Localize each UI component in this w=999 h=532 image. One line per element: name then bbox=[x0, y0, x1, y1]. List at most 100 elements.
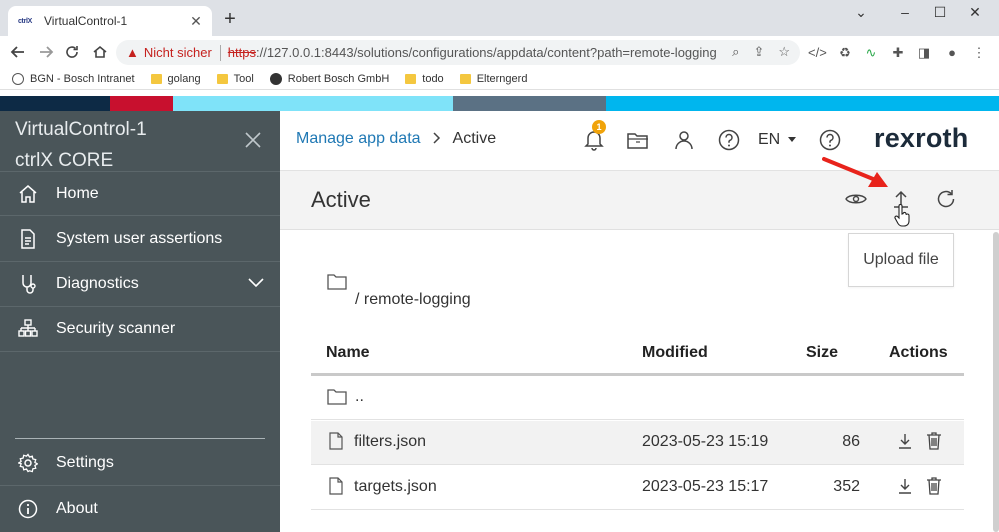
bookmark-label: todo bbox=[422, 72, 444, 85]
bookmark-item[interactable]: Robert Bosch GmbH bbox=[269, 72, 390, 85]
file-name[interactable]: filters.json bbox=[354, 433, 426, 451]
sidebar-item-home[interactable]: Home bbox=[0, 171, 280, 216]
url-protocol: https bbox=[227, 45, 256, 60]
extension-icon[interactable]: ∿ bbox=[862, 44, 880, 62]
document-icon bbox=[0, 229, 56, 249]
ctrlx-favicon-icon: ctrlX bbox=[17, 17, 33, 25]
sidebar-item-label: Settings bbox=[56, 454, 114, 471]
bookmark-label: BGN - Bosch Intranet bbox=[30, 72, 135, 85]
zoom-icon[interactable]: ⌕ bbox=[732, 44, 739, 60]
trash-icon[interactable] bbox=[924, 430, 944, 452]
scrollbar[interactable] bbox=[993, 232, 999, 532]
table-row[interactable]: filters.json 2023-05-23 15:19 86 bbox=[311, 421, 964, 465]
sidebar-item-diagnostics[interactable]: Diagnostics bbox=[0, 262, 280, 307]
table-row-parent[interactable]: .. bbox=[311, 376, 964, 420]
column-header-size[interactable]: Size bbox=[806, 344, 838, 362]
folder-icon bbox=[327, 274, 347, 295]
red-arrow-icon bbox=[822, 155, 892, 196]
bookmark-item[interactable]: BGN - Bosch Intranet bbox=[12, 72, 135, 85]
maximize-button[interactable]: ☐ bbox=[930, 4, 950, 21]
bookmark-item[interactable]: todo bbox=[405, 72, 444, 85]
file-modified: 2023-05-23 15:17 bbox=[642, 478, 769, 495]
folder-open-icon[interactable] bbox=[626, 128, 650, 152]
bookmark-item[interactable]: Tool bbox=[216, 73, 254, 85]
share-icon[interactable]: ⇪ bbox=[753, 44, 764, 60]
band-segment bbox=[173, 96, 453, 111]
caret-down-icon[interactable] bbox=[788, 137, 796, 142]
table-row[interactable]: targets.json 2023-05-23 15:17 352 bbox=[311, 466, 964, 510]
breadcrumb: Manage app data Active bbox=[296, 130, 496, 148]
sidebar-close-icon[interactable] bbox=[244, 129, 262, 155]
help-icon[interactable] bbox=[818, 128, 842, 152]
column-header-name[interactable]: Name bbox=[326, 344, 370, 362]
user-icon[interactable] bbox=[672, 128, 696, 152]
back-arrow-icon[interactable] bbox=[8, 42, 28, 62]
forward-arrow-icon[interactable] bbox=[36, 42, 56, 62]
minimize-button[interactable]: – bbox=[895, 4, 915, 20]
side-panel-icon[interactable]: ◨ bbox=[915, 44, 933, 62]
page-title: Active bbox=[311, 187, 371, 212]
refresh-icon[interactable] bbox=[934, 187, 958, 211]
breadcrumb-link-manage-app-data[interactable]: Manage app data bbox=[296, 130, 421, 148]
info-icon bbox=[0, 499, 56, 519]
url-text: ://127.0.0.1:8443/solutions/configuratio… bbox=[255, 45, 717, 60]
trash-icon[interactable] bbox=[924, 475, 944, 497]
band-segment bbox=[453, 96, 606, 111]
warning-icon: ▲ bbox=[126, 45, 139, 60]
tab-close-icon[interactable]: ✕ bbox=[188, 13, 204, 30]
column-header-actions: Actions bbox=[889, 344, 948, 361]
band-segment bbox=[606, 96, 999, 111]
chevron-down-icon[interactable]: ⌄ bbox=[851, 4, 871, 21]
gear-icon bbox=[0, 453, 56, 473]
browser-tab-bar: ctrlX VirtualControl-1 ✕ + ⌄ – ☐ ✕ bbox=[0, 0, 999, 36]
file-size: 86 bbox=[842, 433, 860, 450]
folder-icon bbox=[216, 73, 228, 84]
sidebar-item-label: Security scanner bbox=[56, 320, 176, 337]
home-icon bbox=[0, 184, 56, 204]
chevron-down-icon[interactable] bbox=[248, 275, 264, 293]
bookmark-item[interactable]: Elterngerd bbox=[459, 73, 527, 85]
sidebar-item-settings[interactable]: Settings bbox=[0, 441, 280, 486]
file-icon bbox=[329, 477, 343, 500]
recycle-icon[interactable]: ♻ bbox=[836, 44, 854, 62]
profile-icon[interactable]: ● bbox=[943, 44, 961, 62]
file-modified: 2023-05-23 15:19 bbox=[642, 433, 769, 450]
sidebar-item-security-scanner[interactable]: Security scanner bbox=[0, 307, 280, 352]
language-selector[interactable]: EN bbox=[758, 131, 780, 149]
bookmarks-bar: BGN - Bosch Intranet golang Tool Robert … bbox=[0, 68, 999, 90]
breadcrumb-current: Active bbox=[452, 130, 497, 147]
help-icon[interactable] bbox=[717, 128, 741, 152]
hand-cursor-icon bbox=[893, 204, 911, 233]
bookmark-item[interactable]: golang bbox=[150, 73, 201, 85]
notification-badge: 1 bbox=[592, 120, 606, 134]
sidebar-item-label: Diagnostics bbox=[56, 275, 139, 292]
folder-icon bbox=[459, 73, 471, 84]
sidebar-item-system-user-assertions[interactable]: System user assertions bbox=[0, 217, 280, 262]
browser-tab[interactable]: ctrlX VirtualControl-1 ✕ bbox=[8, 6, 212, 36]
star-icon[interactable]: ☆ bbox=[778, 44, 790, 60]
rexroth-logo: rexroth bbox=[874, 123, 969, 153]
file-icon bbox=[329, 432, 343, 455]
address-bar[interactable]: ▲ Nicht sicher https ://127.0.0.1:8443/s… bbox=[116, 40, 800, 65]
sidebar: VirtualControl-1 ctrlX CORE Home System … bbox=[0, 111, 280, 532]
menu-dots-icon[interactable]: ⋮ bbox=[970, 44, 988, 62]
reload-icon[interactable] bbox=[62, 42, 82, 62]
code-icon[interactable]: </> bbox=[808, 44, 827, 62]
not-secure-label: Nicht sicher bbox=[143, 45, 212, 60]
device-name: VirtualControl-1 bbox=[15, 119, 147, 140]
file-name[interactable]: targets.json bbox=[354, 478, 437, 496]
window-close-button[interactable]: ✕ bbox=[965, 4, 985, 21]
download-icon[interactable] bbox=[895, 430, 915, 452]
address-bar-icons: ⌕ ⇪ ☆ bbox=[732, 44, 790, 60]
sidebar-item-label: About bbox=[56, 499, 98, 517]
column-header-modified[interactable]: Modified bbox=[642, 344, 708, 362]
download-icon[interactable] bbox=[895, 475, 915, 497]
folder-icon bbox=[405, 73, 417, 84]
puzzle-icon[interactable]: ✚ bbox=[889, 44, 907, 62]
home-browser-icon[interactable] bbox=[90, 42, 110, 62]
globe-icon bbox=[12, 72, 24, 85]
parent-directory-label: .. bbox=[355, 388, 364, 405]
sidebar-item-about[interactable]: About bbox=[0, 486, 280, 531]
new-tab-button[interactable]: + bbox=[220, 9, 240, 29]
bookmark-label: Robert Bosch GmbH bbox=[287, 72, 390, 85]
